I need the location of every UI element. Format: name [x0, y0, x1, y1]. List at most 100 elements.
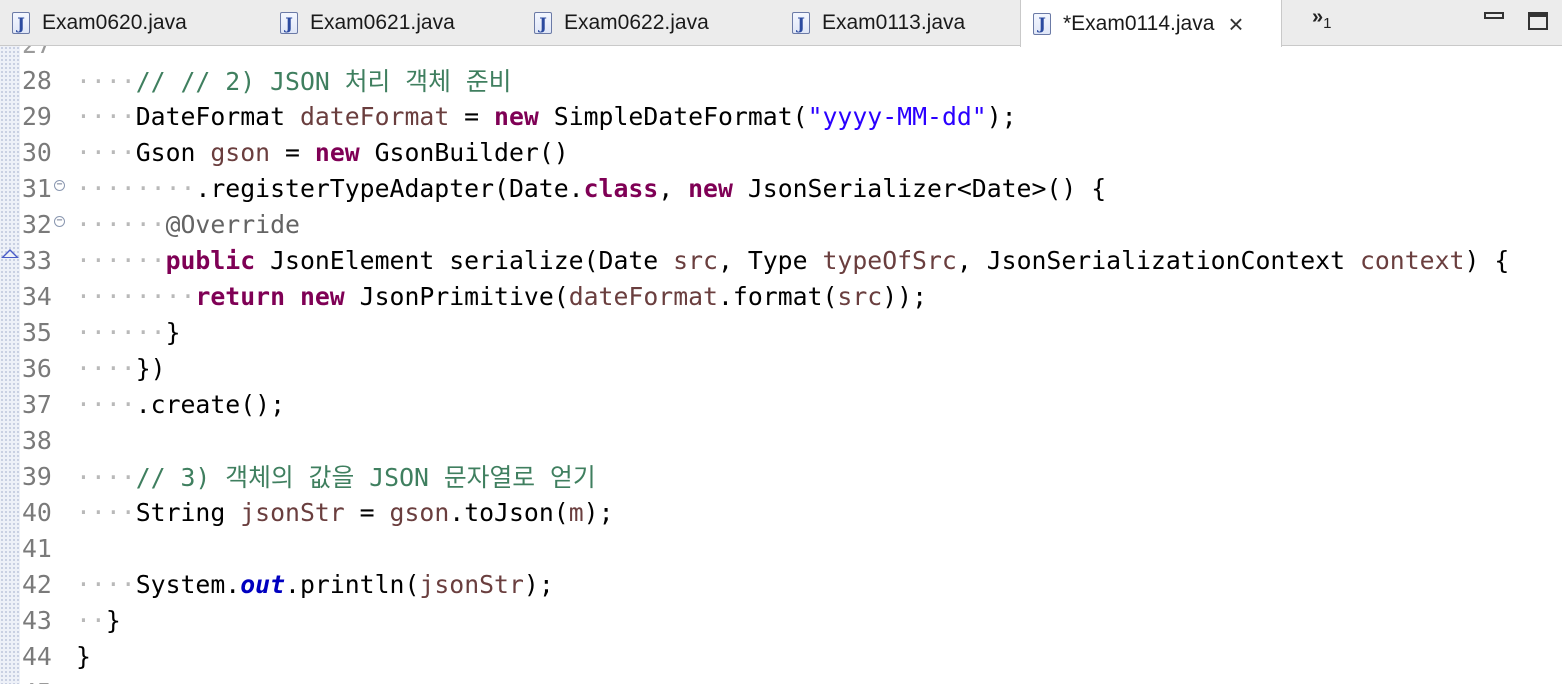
code-token: new: [494, 101, 539, 131]
code-token: System.: [135, 569, 241, 599]
whitespace-markers: ····: [76, 463, 136, 492]
whitespace-markers: ····: [76, 497, 136, 527]
code-line-partial-bottom: 45: [0, 674, 1562, 684]
code-token: DateFormat: [135, 101, 300, 131]
override-marker-icon[interactable]: [1, 249, 19, 258]
java-file-icon: J: [792, 12, 810, 34]
whitespace-markers: ········: [76, 173, 196, 203]
code-token: m: [568, 497, 584, 527]
code-token: dateFormat: [299, 101, 450, 131]
collapse-fold-icon[interactable]: −: [54, 216, 65, 227]
code-token: JsonElement serialize(Date: [255, 245, 674, 275]
code-token: =: [449, 101, 495, 131]
line-number: 27: [22, 46, 66, 59]
java-file-icon: J: [12, 12, 30, 34]
code-text: ····// // 2) JSON 처리 객체 준비: [76, 62, 511, 98]
code-editor[interactable]: 27 28····// // 2) JSON 처리 객체 준비29····Dat…: [0, 46, 1562, 684]
whitespace-markers: ····: [76, 101, 136, 131]
code-text: ····}): [76, 354, 166, 383]
code-token: );: [986, 101, 1017, 131]
line-number: 30: [22, 137, 52, 167]
code-token: );: [583, 497, 614, 527]
code-line: 34 ········return new JsonPrimitive(dateF…: [0, 278, 1562, 314]
whitespace-markers: ······: [76, 209, 166, 239]
code-text: ········.registerTypeAdapter(Date.class,…: [76, 174, 1106, 203]
code-token: gson: [210, 137, 271, 167]
code-line: 38: [0, 422, 1562, 458]
collapse-fold-icon[interactable]: −: [54, 180, 65, 191]
line-number: 29: [22, 101, 52, 131]
line-number: 34: [22, 281, 52, 311]
tab-1[interactable]: J Exam0621.java: [268, 0, 455, 46]
code-line: 37 ····.create();: [0, 386, 1562, 422]
code-token: src: [673, 245, 718, 275]
code-line: 28 ····// // 2) JSON 처리 객체 준비: [0, 62, 1562, 98]
tab-2[interactable]: J Exam0622.java: [522, 0, 709, 46]
code-token: .format(: [717, 281, 838, 311]
tab-label: Exam0113.java: [822, 11, 966, 34]
code-token: );: [523, 569, 554, 599]
code-token: context: [1359, 245, 1465, 275]
line-number: 45: [22, 678, 66, 684]
line-number: 40: [22, 497, 52, 527]
code-text: ····// 3) 객체의 값을 JSON 문자열로 얻기: [76, 458, 596, 494]
tab-overflow-button[interactable]: »1: [1312, 6, 1331, 32]
whitespace-markers: ····: [76, 389, 136, 419]
code-text: ······@Override: [76, 210, 300, 239]
code-text: ······}: [76, 318, 181, 347]
tab-0[interactable]: J Exam0620.java: [0, 0, 187, 46]
java-file-icon: J: [534, 12, 552, 34]
code-token: gson: [389, 497, 450, 527]
code-line: 42 ····System.out.println(jsonStr);: [0, 566, 1562, 602]
code-token: =: [270, 137, 315, 167]
maximize-icon[interactable]: [1528, 12, 1548, 30]
tab-label: Exam0621.java: [310, 11, 455, 34]
line-number: 37: [22, 389, 52, 419]
code-token: .toJson(: [449, 497, 569, 527]
code-token: JsonSerializer<Date>() {: [732, 173, 1107, 203]
code-text: ········return new JsonPrimitive(dateFor…: [76, 282, 927, 311]
line-number: 28: [22, 65, 52, 95]
code-token: .println(: [285, 569, 420, 599]
code-token: }): [135, 353, 166, 383]
code-token: dateFormat: [568, 281, 718, 311]
code-line: 41: [0, 530, 1562, 566]
whitespace-markers: ······: [76, 317, 166, 347]
code-line: 39 ····// 3) 객체의 값을 JSON 문자열로 얻기: [0, 458, 1562, 494]
code-text: ··}: [76, 606, 121, 635]
code-token: jsonStr: [419, 569, 524, 599]
code-token: .create();: [135, 389, 286, 419]
code-text: ····Gson gson = new GsonBuilder(): [76, 138, 569, 167]
code-line: 29 ····DateFormat dateFormat = new Simple…: [0, 98, 1562, 134]
tab-3[interactable]: J Exam0113.java: [780, 0, 965, 46]
code-token: }: [165, 317, 181, 347]
overflow-count: 1: [1323, 15, 1332, 32]
whitespace-markers: ········: [76, 281, 196, 311]
code-token: ));: [882, 281, 928, 311]
code-token: @Override: [165, 209, 300, 239]
line-number: 43: [22, 605, 52, 635]
line-number: 41: [22, 533, 52, 563]
code-token: jsonStr: [240, 497, 345, 527]
code-token: JsonPrimitive(: [344, 281, 569, 311]
minimize-icon[interactable]: [1484, 12, 1504, 19]
code-line: 32− ······@Override: [0, 206, 1562, 242]
line-number: 39: [22, 461, 52, 491]
close-tab-icon[interactable]: ×: [1228, 11, 1243, 37]
code-line: 40 ····String jsonStr = gson.toJson(m);: [0, 494, 1562, 530]
code-text: ····DateFormat dateFormat = new SimpleDa…: [76, 102, 1017, 131]
whitespace-markers: ······: [76, 245, 166, 275]
code-token: // // 2) JSON 처리 객체 준비: [135, 67, 512, 96]
code-token: new: [688, 173, 733, 203]
code-token: typeOfSrc: [822, 245, 957, 275]
line-number: 38: [22, 425, 52, 455]
code-token: new: [314, 137, 360, 167]
code-token: ) {: [1464, 245, 1510, 275]
code-token: public: [165, 245, 256, 275]
code-token: , JsonSerializationContext: [956, 245, 1360, 275]
code-token: "yyyy-MM-dd": [807, 101, 987, 131]
code-token: , Type: [717, 245, 823, 275]
tab-4[interactable]: J *Exam0114.java ×: [1020, 0, 1282, 47]
code-token: GsonBuilder(): [359, 137, 569, 167]
